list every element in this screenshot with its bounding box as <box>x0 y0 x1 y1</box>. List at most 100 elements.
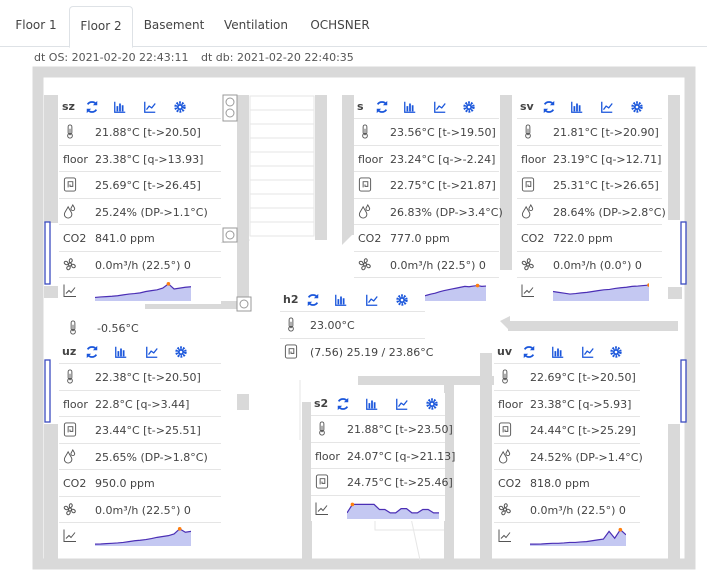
co2-value: 950.0 ppm <box>95 477 155 490</box>
bar-chart-icon[interactable] <box>334 293 348 307</box>
temperature-value: 23.00°C <box>310 319 355 332</box>
refresh-icon[interactable] <box>85 345 99 359</box>
floor-value: 24.07°C [q->21.13] <box>347 449 456 463</box>
temperature-value: 21.88°C [t->20.50] <box>95 126 201 139</box>
line-chart-icon[interactable] <box>433 100 447 114</box>
refresh-icon[interactable] <box>85 100 99 114</box>
room-panel-s: s 23.56°C [t->19.50] floor 23.24°C [q->-2… <box>354 96 503 304</box>
radiator-icon <box>521 177 535 192</box>
humidity-value: 25.65% (DP->1.8°C) <box>95 450 208 464</box>
thermometer-icon <box>362 124 368 139</box>
drops-icon <box>498 448 511 464</box>
bar-chart-icon[interactable] <box>570 100 584 114</box>
co2-label: CO2 <box>63 232 87 245</box>
chart-icon[interactable] <box>63 283 77 298</box>
co2-label: CO2 <box>63 477 87 490</box>
thermometer-icon <box>288 317 294 332</box>
sparkline-max-point <box>618 527 623 532</box>
co2-value: 841.0 ppm <box>95 232 155 245</box>
radiator-icon <box>358 177 372 192</box>
bar-chart-icon[interactable] <box>551 345 565 359</box>
sparkline <box>95 282 191 301</box>
thermometer-icon <box>67 124 73 139</box>
humidity-value: 24.52% (DP->1.4°C) <box>530 450 643 464</box>
sparkline <box>347 502 439 519</box>
bar-chart-icon[interactable] <box>365 397 379 411</box>
gear-icon[interactable] <box>609 345 623 359</box>
floor-value: 23.19°C [q->12.71] <box>553 152 662 166</box>
humidity-value: 25.24% (DP->1.1°C) <box>95 205 208 219</box>
co2-label: CO2 <box>358 232 382 245</box>
gear-icon[interactable] <box>462 100 476 114</box>
room-panel-uz: uz 22.38°C [t->20.50] floor 22.8°C [q->3.… <box>59 341 221 549</box>
floor-label: floor <box>498 397 523 411</box>
floor-label: floor <box>358 152 383 166</box>
bar-chart-icon[interactable] <box>113 100 127 114</box>
gear-icon[interactable] <box>395 293 409 307</box>
floor-label: floor <box>315 449 340 463</box>
drops-icon <box>63 448 76 464</box>
chart-icon[interactable] <box>498 528 512 543</box>
co2-value: 777.0 ppm <box>390 232 450 245</box>
fan-icon <box>498 502 511 515</box>
floor-value: 23.24°C [q->-2.24] <box>390 152 496 166</box>
sparkline <box>553 283 649 301</box>
humidity-value: 28.64% (DP->2.8°C) <box>553 205 666 219</box>
chart-icon[interactable] <box>521 283 535 298</box>
sparkline-area <box>347 503 439 519</box>
radiator-icon <box>284 343 298 359</box>
room-panel-sv: sv 21.81°C [t->20.90] floor 23.19°C [q->1… <box>517 96 666 304</box>
fan-icon <box>63 257 76 270</box>
room-name: s2 <box>314 397 329 410</box>
temperature-value: 21.88°C [t->23.50] <box>347 423 453 436</box>
temperature-value: 22.38°C [t->20.50] <box>95 371 201 384</box>
fan-value: 0.0m³/h (22.5°) 0 <box>95 503 191 517</box>
room-panel-uv: uv 22.69°C [t->20.50] floor 23.38°C [q->5… <box>494 341 643 549</box>
line-chart-icon[interactable] <box>581 345 595 359</box>
sparkline-max-point <box>350 502 355 506</box>
co2-label: CO2 <box>498 477 522 490</box>
refresh-icon[interactable] <box>542 100 556 114</box>
bar-chart-icon[interactable] <box>403 100 417 114</box>
fan-icon <box>63 502 76 515</box>
room-panel-sz: sz 21.88°C [t->20.50] floor 23.38°C [q->1… <box>59 96 221 304</box>
heating-value: 25.31°C [t->26.65] <box>553 179 659 192</box>
thermometer-icon <box>319 421 325 436</box>
refresh-icon[interactable] <box>375 100 389 114</box>
fan-value: 0.0m³/h (22.5°) 0 <box>95 258 191 272</box>
refresh-icon[interactable] <box>306 293 320 307</box>
radiator-icon <box>63 422 77 437</box>
room-panel-s2: s2 21.88°C [t->23.50] floor 24.07°C [q->2… <box>311 393 455 521</box>
chart-icon[interactable] <box>315 501 329 516</box>
sparkline-max-point <box>166 282 171 286</box>
fan-icon <box>521 257 534 270</box>
room-panel-h2: h2 23.00°C (7.56) 25.19 / 23.86°C <box>280 289 433 364</box>
radiator-icon <box>498 422 512 437</box>
refresh-icon[interactable] <box>336 397 350 411</box>
line-chart-icon[interactable] <box>145 345 159 359</box>
sparkline-area <box>553 285 649 301</box>
room-name: uv <box>497 345 513 358</box>
line-chart-icon[interactable] <box>395 397 409 411</box>
sparkline <box>95 527 191 546</box>
bar-chart-icon[interactable] <box>114 345 128 359</box>
refresh-icon[interactable] <box>522 345 536 359</box>
fan-value: 0.0m³/h (0.0°) 0 <box>553 258 642 272</box>
room-name: sz <box>62 100 75 113</box>
floor-value: 23.38°C [q->13.93] <box>95 152 204 166</box>
drops-icon <box>521 203 534 219</box>
line-chart-icon[interactable] <box>143 100 157 114</box>
line-chart-icon[interactable] <box>600 100 614 114</box>
gear-icon[interactable] <box>174 345 188 359</box>
gear-icon[interactable] <box>173 100 187 114</box>
line-chart-icon[interactable] <box>365 293 379 307</box>
heating-value: (7.56) 25.19 / 23.86°C <box>310 345 434 359</box>
drops-icon <box>358 203 371 219</box>
gear-icon[interactable] <box>425 397 439 411</box>
room-name: h2 <box>283 293 299 306</box>
chart-icon[interactable] <box>63 528 77 543</box>
heating-value: 24.44°C [t->25.29] <box>530 424 636 437</box>
floor-label: floor <box>63 397 88 411</box>
room-name: sv <box>520 100 534 113</box>
gear-icon[interactable] <box>630 100 644 114</box>
